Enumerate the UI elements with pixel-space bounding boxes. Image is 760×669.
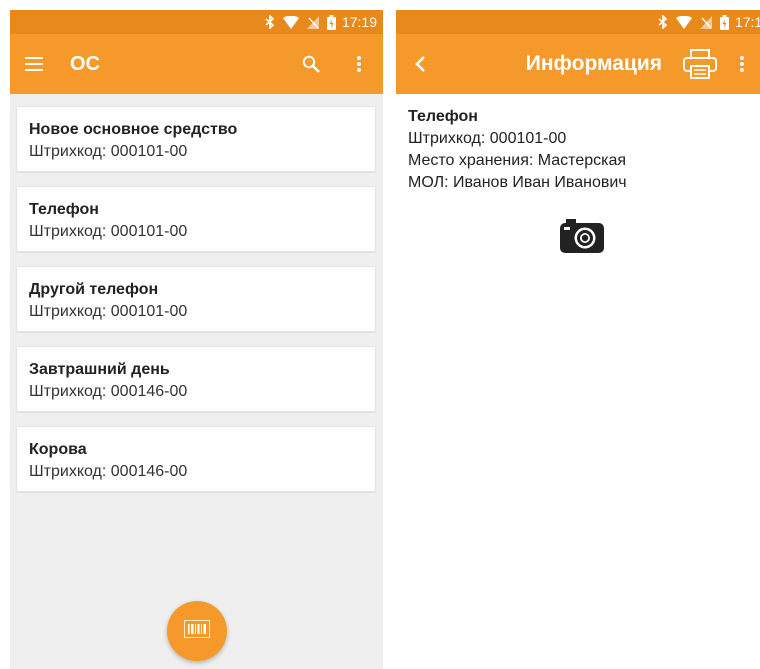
list-item[interactable]: Корова Штрихкод: 000146-00 [16,426,376,492]
status-time: 17:19 [341,14,377,30]
bluetooth-icon [265,15,275,29]
details-screen: 17:19 Информация Телефон Штрихкод: 00010… [396,10,760,669]
list-item[interactable]: Завтрашний день Штрихкод: 000146-00 [16,346,376,412]
scan-barcode-button[interactable] [167,601,227,661]
list-item[interactable]: Телефон Штрихкод: 000101-00 [16,186,376,252]
wifi-icon [282,15,299,29]
asset-name: Телефон [408,108,478,125]
battery-icon [719,14,729,30]
wifi-icon [675,15,692,29]
item-barcode: Штрихкод: 000101-00 [29,143,188,160]
camera-icon[interactable] [560,219,604,253]
asset-mol: МОЛ: Иванов Иван Иванович [408,174,627,191]
search-icon[interactable] [287,40,335,88]
item-barcode: Штрихкод: 000146-00 [29,463,188,480]
asset-details: Телефон Штрихкод: 000101-00 Место хранен… [408,106,748,194]
barcode-scan-icon [183,618,211,643]
app-toolbar: Информация [396,34,760,94]
list-screen: 17:19 ОС Новое основное средство Штрихко… [10,10,383,669]
asset-location: Место хранения: Мастерская [408,152,627,169]
list-item[interactable]: Другой телефон Штрихкод: 000101-00 [16,266,376,332]
page-title: ОС [70,52,100,75]
list-item[interactable]: Новое основное средство Штрихкод: 000101… [16,106,376,172]
item-title: Корова [29,441,87,458]
app-toolbar: ОС [10,34,383,94]
no-sim-icon [699,15,712,29]
item-title: Завтрашний день [29,361,170,378]
item-title: Новое основное средство [29,121,238,138]
back-arrow-icon[interactable] [396,40,444,88]
item-title: Другой телефон [29,281,159,298]
status-bar: 17:19 [396,10,760,34]
no-sim-icon [306,15,319,29]
menu-icon[interactable] [10,40,58,88]
status-time: 17:19 [734,14,760,30]
more-vert-icon[interactable] [335,40,383,88]
bluetooth-icon [658,15,668,29]
item-barcode: Штрихкод: 000101-00 [29,303,188,320]
battery-icon [326,14,336,30]
item-title: Телефон [29,201,99,218]
asset-barcode: Штрихкод: 000101-00 [408,130,567,147]
more-vert-icon[interactable] [724,40,760,88]
status-bar: 17:19 [10,10,383,34]
page-title: Информация [525,52,662,75]
asset-list: Новое основное средство Штрихкод: 000101… [16,106,376,506]
item-barcode: Штрихкод: 000146-00 [29,383,188,400]
print-icon[interactable] [676,40,724,88]
item-barcode: Штрихкод: 000101-00 [29,223,188,240]
